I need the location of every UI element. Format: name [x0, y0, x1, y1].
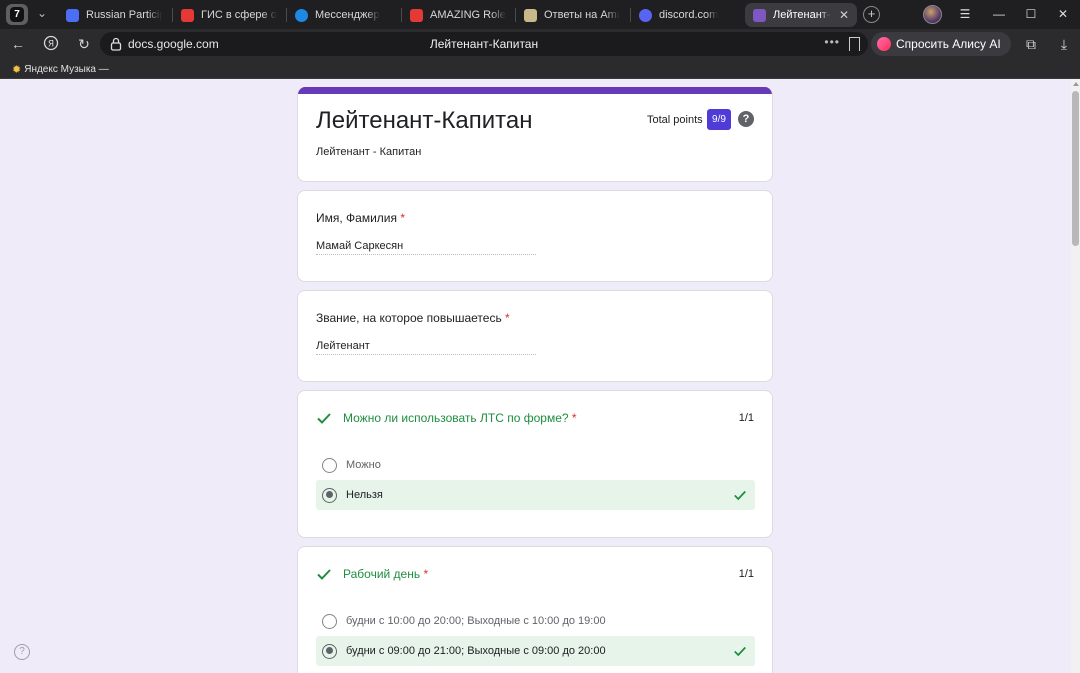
- maximize-icon[interactable]: ☐: [1023, 6, 1039, 22]
- question-title-text: Звание, на которое повышаетесь: [316, 311, 502, 325]
- tab-label: AMAZING RolePla: [430, 9, 506, 21]
- profile-avatar[interactable]: [923, 5, 942, 24]
- bookmarks-bar: ✹ Яндекс Музыка —: [0, 59, 1080, 79]
- yandex-icon[interactable]: Я: [42, 35, 60, 53]
- close-window-icon[interactable]: ✕: [1055, 6, 1071, 22]
- option-schedule-1[interactable]: будни с 10:00 до 20:00; Выходные с 10:00…: [316, 606, 755, 636]
- browser-logo-icon: 7: [10, 7, 24, 22]
- question-card-workday: Рабочий день * 1/1 будни с 10:00 до 20:0…: [297, 546, 773, 673]
- back-arrow-icon[interactable]: ←: [9, 35, 27, 53]
- alice-icon: [877, 37, 891, 51]
- answer-text: Мамай Саркесян: [316, 240, 536, 255]
- radio-button[interactable]: [322, 613, 337, 629]
- correct-answer-check-icon: [734, 490, 746, 501]
- tab-label: discord.com: [659, 9, 719, 21]
- tab-label: Russian Participle: [86, 9, 162, 21]
- tab-label: Лейтенант-Кап: [773, 9, 831, 21]
- correct-check-icon: [317, 413, 331, 424]
- bookmark-label: Яндекс Музыка —: [24, 64, 109, 75]
- question-card-name: Имя, Фамилия * Мамай Саркесян: [297, 190, 773, 282]
- form-page: Лейтенант-Капитан Лейтенант - Капитан To…: [0, 79, 1071, 673]
- tab-favicon-icon: [410, 8, 423, 22]
- question-title: Рабочий день *: [343, 567, 428, 581]
- question-score: 1/1: [738, 568, 754, 580]
- help-icon[interactable]: ?: [738, 111, 754, 127]
- form-description: Лейтенант - Капитан: [316, 146, 422, 158]
- tab-favicon-icon: [295, 8, 308, 22]
- address-toolbar: ← Я ↻ docs.google.com Лейтенант-Капитан …: [0, 29, 1080, 59]
- svg-text:Я: Я: [48, 40, 54, 50]
- question-card-rank: Звание, на которое повышаетесь * Лейтена…: [297, 290, 773, 382]
- tab-close-icon[interactable]: ✕: [839, 8, 849, 22]
- option-schedule-2[interactable]: будни с 09:00 до 21:00; Выходные с 09:00…: [316, 636, 755, 666]
- address-bar[interactable]: docs.google.com Лейтенант-Капитан •••: [100, 32, 868, 56]
- correct-answer-check-icon: [734, 646, 746, 657]
- bookmark-icon[interactable]: [849, 37, 860, 51]
- page-help-icon[interactable]: ?: [14, 644, 30, 660]
- more-dots-icon[interactable]: •••: [824, 35, 840, 49]
- tab-gis[interactable]: ГИС в сфере обра: [173, 3, 285, 27]
- tab-strip: 7 ⌄ Russian Participle ГИС в сфере обра …: [0, 0, 1080, 29]
- radio-button-selected[interactable]: [322, 487, 337, 503]
- required-mark: *: [400, 211, 406, 225]
- tab-favicon-icon: [753, 8, 766, 22]
- page-scrollbar[interactable]: [1071, 79, 1080, 673]
- form-title: Лейтенант-Капитан: [316, 107, 533, 134]
- download-icon[interactable]: ⤓: [1055, 35, 1073, 53]
- question-title-text: Рабочий день: [343, 567, 421, 581]
- tab-messenger[interactable]: Мессенджер: [287, 3, 399, 27]
- reload-icon[interactable]: ↻: [75, 35, 93, 53]
- answer-text: Лейтенант: [316, 340, 536, 355]
- tab-favicon-icon: [66, 8, 79, 22]
- total-points-badge: 9/9: [707, 109, 731, 130]
- radio-button[interactable]: [322, 457, 337, 473]
- required-mark: *: [423, 567, 429, 581]
- page-title-text: Лейтенант-Капитан: [429, 37, 539, 51]
- question-title-text: Можно ли использовать ЛТС по форме?: [343, 411, 569, 425]
- question-title: Имя, Фамилия *: [316, 211, 405, 225]
- form-header-card: Лейтенант-Капитан Лейтенант - Капитан To…: [297, 87, 773, 182]
- scrollbar-thumb[interactable]: [1072, 91, 1079, 246]
- option-label: будни с 09:00 до 21:00; Выходные с 09:00…: [346, 645, 606, 657]
- form-accent-bar: [298, 87, 772, 94]
- yandex-music-icon: ✹: [12, 64, 22, 76]
- option-nelzya[interactable]: Нельзя: [316, 480, 755, 510]
- total-points-label: Total points: [647, 114, 703, 126]
- scroll-up-arrow-icon[interactable]: [1073, 82, 1079, 86]
- option-label: Можно: [346, 459, 381, 471]
- question-card-lts: Можно ли использовать ЛТС по форме? * 1/…: [297, 390, 773, 538]
- ask-alice-button[interactable]: Спросить Алису AI: [871, 32, 1011, 56]
- tab-russian-participle[interactable]: Russian Participle: [58, 3, 170, 27]
- tab-favicon-icon: [181, 8, 194, 22]
- menu-hamburger-icon[interactable]: ☰: [957, 6, 973, 22]
- minimize-icon[interactable]: —: [991, 6, 1007, 22]
- tab-label: Ответы на Amazin: [544, 9, 620, 21]
- alice-label: Спросить Алису AI: [896, 37, 1001, 51]
- question-title-text: Имя, Фамилия: [316, 211, 397, 225]
- new-tab-button[interactable]: +: [863, 6, 880, 23]
- tab-favicon-icon: [524, 8, 537, 22]
- question-score: 1/1: [738, 412, 754, 424]
- tab-discord[interactable]: discord.com: [631, 3, 743, 27]
- required-mark: *: [571, 411, 577, 425]
- tab-label: Мессенджер: [315, 9, 380, 21]
- tab-answers[interactable]: Ответы на Amazin: [516, 3, 628, 27]
- tab-favicon-icon: [639, 8, 652, 22]
- tab-amazing-roleplay[interactable]: AMAZING RolePla: [402, 3, 514, 27]
- tab-list-chevron-icon[interactable]: ⌄: [33, 6, 51, 22]
- question-title: Звание, на которое повышаетесь *: [316, 311, 510, 325]
- required-mark: *: [505, 311, 510, 325]
- correct-check-icon: [317, 569, 331, 580]
- tab-active-form[interactable]: Лейтенант-Кап ✕: [745, 3, 857, 27]
- bookmark-yandex-music[interactable]: ✹ Яндекс Музыка —: [12, 63, 109, 76]
- tab-label: ГИС в сфере обра: [201, 9, 277, 21]
- translate-icon[interactable]: ⧉: [1022, 35, 1040, 53]
- question-title: Можно ли использовать ЛТС по форме? *: [343, 411, 577, 425]
- browser-menu-button[interactable]: 7: [6, 4, 28, 25]
- option-label: Нельзя: [346, 489, 383, 501]
- option-mozhno[interactable]: Можно: [316, 450, 755, 480]
- option-label: будни с 10:00 до 20:00; Выходные с 10:00…: [346, 615, 606, 627]
- radio-button-selected[interactable]: [322, 643, 337, 659]
